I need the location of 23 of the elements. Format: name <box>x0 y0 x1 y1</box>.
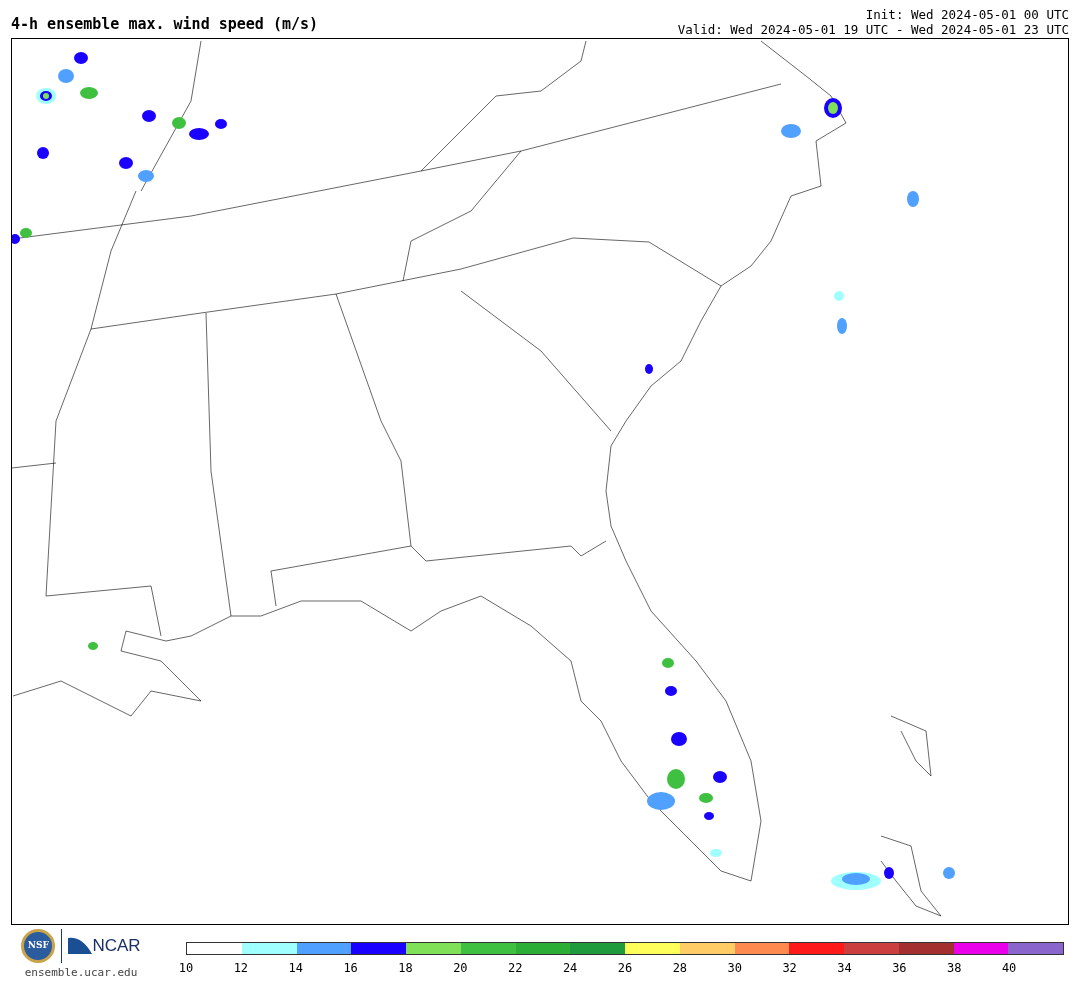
colorbar-tick-label: 16 <box>343 960 358 977</box>
colorbar-tick-label: 28 <box>672 960 688 977</box>
colorbar-tick-label: 40 <box>1001 960 1017 977</box>
colorbar-tick-label: 30 <box>727 960 742 977</box>
colorbar-tick-label: 34 <box>837 960 852 977</box>
ncar-logo: NCAR <box>92 935 141 958</box>
valid-time: Valid: Wed 2024-05-01 19 UTC - Wed 2024-05-01 23 UTC <box>677 22 1069 37</box>
colorbar-tick-label: 20 <box>453 960 468 977</box>
website-url: ensemble.ucar.edu <box>24 965 138 981</box>
colorbar-tick-label: 36 <box>892 960 907 977</box>
ncar-swoosh-icon <box>68 936 93 956</box>
colorbar-tick-label: 38 <box>947 960 962 977</box>
nsf-logo: NSF <box>21 929 56 963</box>
colorbar-tick-label: 22 <box>508 960 523 977</box>
colorbar-tick-label: 10 <box>178 960 194 977</box>
init-time: Init: Wed 2024-05-01 00 UTC <box>865 7 1069 22</box>
colorbar-tick-label: 14 <box>288 960 303 977</box>
colorbar-tick-label: 18 <box>398 960 413 977</box>
colorbar-tick-label: 26 <box>617 960 633 977</box>
colorbar-tick-label: 24 <box>562 960 578 977</box>
chart-title: 4-h ensemble max. wind speed (m/s) <box>11 17 319 35</box>
colorbar-tick-label: 32 <box>782 960 797 977</box>
colorbar-tick-label: 12 <box>233 960 249 977</box>
